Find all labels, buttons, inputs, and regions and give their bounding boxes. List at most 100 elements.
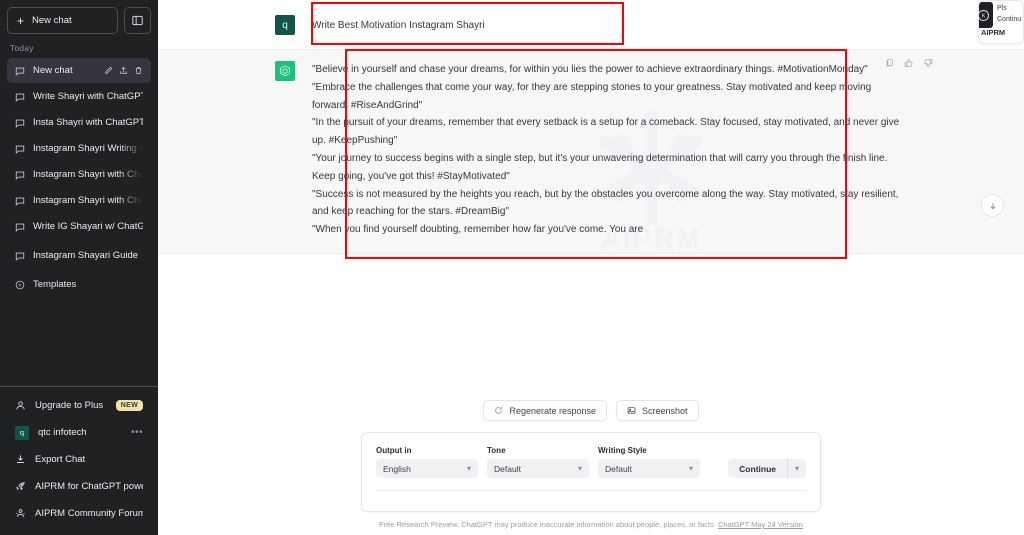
plus-icon: + bbox=[17, 13, 25, 28]
new-chat-button[interactable]: + New chat bbox=[7, 7, 118, 34]
image-icon bbox=[627, 406, 636, 415]
continue-button-group: Continue ▾ bbox=[728, 459, 806, 478]
sidebar-item-export-chat[interactable]: Export Chat bbox=[7, 446, 151, 473]
continue-button[interactable]: Continue bbox=[728, 459, 787, 478]
chat-item-1[interactable]: Write Shayri with ChatGPT bbox=[7, 84, 151, 109]
chat-item-label: Insta Shayri with ChatGPT bbox=[33, 117, 143, 128]
aiprm-floating-widget[interactable]: K Pls Continu AIPRM bbox=[978, 0, 1024, 44]
sidebar-item-upgrade-to-plus[interactable]: Upgrade to Plus NEW bbox=[7, 392, 151, 419]
chatgpt-avatar bbox=[275, 61, 295, 81]
aiprm-widget-line2: Continu bbox=[997, 15, 1022, 23]
chat-item-2[interactable]: Insta Shayri with ChatGPT bbox=[7, 110, 151, 135]
chevron-down-icon: ▾ bbox=[577, 464, 582, 473]
share-icon[interactable] bbox=[119, 66, 128, 75]
tone-select[interactable]: Default ▾ bbox=[487, 459, 589, 478]
thumbs-up-icon[interactable] bbox=[904, 58, 914, 68]
chat-item-label: Instagram Shayri with ChatGPT bbox=[33, 169, 143, 180]
chat-bubble-icon bbox=[15, 92, 25, 102]
field-writing-style: Writing Style Default ▾ bbox=[598, 446, 700, 478]
chat-bubble-icon bbox=[15, 170, 25, 180]
aiprm-widget-icon: K bbox=[979, 2, 993, 28]
sidebar-item-aiprm-powered[interactable]: AIPRM for ChatGPT powered bbox=[7, 473, 151, 500]
chat-item-new-chat[interactable]: New chat bbox=[7, 58, 151, 83]
account-more-icon[interactable]: ••• bbox=[131, 427, 143, 438]
tone-value: Default bbox=[494, 463, 521, 474]
account-avatar: q bbox=[15, 425, 29, 440]
person-icon bbox=[15, 400, 26, 411]
chat-item-label: Write IG Shayari w/ ChatGPT bbox=[33, 221, 143, 232]
new-chat-label: New chat bbox=[32, 15, 72, 26]
sidebar-footer: Upgrade to Plus NEW q qtc infotech ••• E… bbox=[0, 386, 158, 535]
chat-item-4[interactable]: Instagram Shayri with ChatGPT bbox=[7, 162, 151, 187]
field-label: Writing Style bbox=[598, 446, 647, 455]
field-label: Tone bbox=[487, 446, 506, 455]
chat-bubble-icon bbox=[15, 66, 25, 76]
chat-item-3[interactable]: Instagram Shayri Writing Guide bbox=[7, 136, 151, 161]
chat-item-6[interactable]: Write IG Shayari w/ ChatGPT bbox=[7, 214, 151, 239]
svg-text:K: K bbox=[19, 282, 22, 287]
chat-item-5[interactable]: Instagram Shayri with Chatgpt bbox=[7, 188, 151, 213]
regenerate-response-label: Regenerate response bbox=[509, 405, 597, 416]
assistant-line: "Embrace the challenges that come your w… bbox=[312, 81, 872, 111]
chevron-down-icon: ▾ bbox=[466, 464, 471, 473]
svg-text:K: K bbox=[981, 13, 985, 19]
screenshot-button[interactable]: Screenshot bbox=[616, 400, 699, 421]
aiprm-widget-line1: Pls bbox=[997, 5, 1007, 12]
chat-item-label: New chat bbox=[33, 65, 73, 76]
chat-bubble-icon bbox=[15, 222, 25, 232]
message-action-buttons bbox=[885, 58, 933, 68]
sidebar-item-aiprm-community-forum[interactable]: AIPRM Community Forum bbox=[7, 500, 151, 527]
chat-bubble-icon bbox=[15, 118, 25, 128]
rocket-icon bbox=[15, 481, 26, 492]
edit-icon[interactable] bbox=[104, 66, 113, 75]
new-badge: NEW bbox=[115, 400, 143, 411]
assistant-line: "Your journey to success begins with a s… bbox=[312, 152, 888, 182]
footer-disclaimer: Free Research Preview. ChatGPT may produ… bbox=[158, 520, 1024, 529]
version-link[interactable]: ChatGPT May 24 Version bbox=[718, 520, 803, 529]
regenerate-response-button[interactable]: Regenerate response bbox=[483, 400, 608, 421]
chatgpt-app-window: + New chat Today New chat Write Shayri w… bbox=[0, 0, 1024, 535]
chat-item-label: Instagram Shayari Guide bbox=[33, 250, 139, 261]
composer-area: Regenerate response Screenshot Output in… bbox=[158, 400, 1024, 535]
assistant-message-text: "Believe in yourself and chase your drea… bbox=[312, 61, 911, 239]
chat-item-label: Templates bbox=[33, 279, 77, 290]
panel-divider bbox=[376, 490, 806, 491]
thumbs-down-icon[interactable] bbox=[923, 58, 933, 68]
chevron-down-icon: ▾ bbox=[688, 464, 693, 473]
continue-dropdown-button[interactable]: ▾ bbox=[787, 459, 806, 478]
chat-item-7[interactable]: Instagram Shayari Guide bbox=[7, 243, 151, 268]
chat-bubble-icon bbox=[15, 196, 25, 206]
screenshot-label: Screenshot bbox=[642, 405, 688, 416]
aiprm-fields: Output in English ▾ Tone Default ▾ Writi… bbox=[376, 446, 806, 478]
field-output-in: Output in English ▾ bbox=[376, 446, 478, 478]
sidebar-item-label: AIPRM for ChatGPT powered bbox=[35, 481, 143, 492]
sidebar-header: + New chat bbox=[0, 0, 158, 34]
output-language-select[interactable]: English ▾ bbox=[376, 459, 478, 478]
chat-item-label: Write Shayri with ChatGPT bbox=[33, 91, 143, 102]
footer-note-text: Free Research Preview. ChatGPT may produ… bbox=[379, 520, 716, 529]
writing-style-select[interactable]: Default ▾ bbox=[598, 459, 700, 478]
download-icon bbox=[15, 454, 26, 465]
arrow-down-icon bbox=[988, 201, 998, 211]
sidebar-section-label: Today bbox=[10, 43, 34, 53]
chat-row-actions bbox=[104, 66, 143, 75]
writing-style-value: Default bbox=[605, 463, 632, 474]
sidebar-toggle-button[interactable] bbox=[124, 7, 151, 34]
sidebar-item-account[interactable]: q qtc infotech ••• bbox=[7, 419, 151, 446]
scroll-to-bottom-button[interactable] bbox=[981, 194, 1004, 217]
refresh-icon bbox=[494, 406, 503, 415]
aiprm-widget-text: Pls Continu bbox=[997, 4, 1021, 26]
assistant-line: "When you find yourself doubting, rememb… bbox=[312, 224, 644, 236]
chat-item-templates[interactable]: K Templates bbox=[7, 272, 151, 297]
community-icon bbox=[15, 508, 26, 519]
copy-icon[interactable] bbox=[885, 58, 895, 68]
templates-icon: K bbox=[15, 280, 25, 290]
chat-bubble-icon bbox=[15, 144, 25, 154]
sidebar-item-label: AIPRM Community Forum bbox=[35, 508, 143, 519]
assistant-line: "Success is not measured by the heights … bbox=[312, 188, 899, 218]
user-message-inner: q Write Best Motivation Instagram Shayri bbox=[271, 0, 911, 49]
delete-icon[interactable] bbox=[134, 66, 143, 75]
chevron-down-icon: ▾ bbox=[794, 464, 799, 473]
sidebar-toggle-icon bbox=[132, 15, 143, 26]
chat-item-label: Instagram Shayri with Chatgpt bbox=[33, 195, 143, 206]
